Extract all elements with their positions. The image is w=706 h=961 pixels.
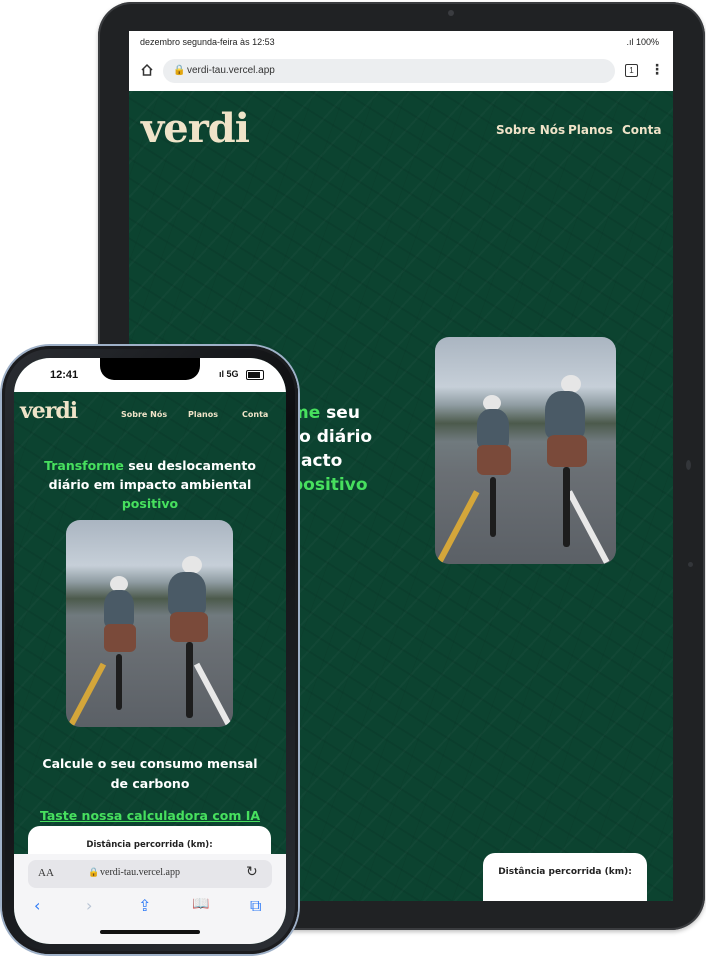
hero-fragment: acto [301,451,343,471]
hero-green-fragment: positivo [291,475,368,495]
tablet-status-bar: dezembro segunda-feira às 12:53 .ıl 100% [129,31,673,53]
kebab-menu-icon[interactable]: ⋮ [650,62,664,78]
lock-icon: 🔒 [173,65,186,76]
calculator-link[interactable]: Taste nossa calculadora com IA [34,808,266,823]
tabs-icon[interactable]: ⧉ [250,896,261,916]
signal-5g-icon: ıl 5G [219,369,239,379]
tablet-distance-card: Distância percorrida (km): [483,853,647,901]
verdi-logo[interactable]: verdi [141,105,250,152]
tablet-side-button [686,460,691,470]
nav-planos[interactable]: Planos [568,123,613,137]
distance-label: Distância percorrida (km): [498,867,632,877]
hero-fragment: to diário [291,427,373,447]
tablet-status-time: dezembro segunda-feira às 12:53 [140,37,275,47]
hero-green-fragment: Transforme [44,458,124,473]
phone-screen: 12:41 ıl 5G verdi Sobre Nós Planos Conta… [14,358,286,944]
tablet-status-battery: .ıl 100% [626,37,659,47]
bookmarks-icon[interactable]: 📖 [192,896,209,912]
calculator-title: Calcule o seu consumo mensal de carbono [42,756,258,791]
safari-url-text: verdi-tau.vercel.app [100,867,180,878]
home-icon[interactable] [140,63,154,77]
forward-icon[interactable]: › [86,896,92,915]
phone-hero-text: Transforme seu deslocamento diário em im… [34,456,266,513]
lock-icon: 🔒 [88,867,100,877]
nav-planos[interactable]: Planos [188,410,218,419]
tabs-counter-icon[interactable]: 1 [625,64,638,77]
nav-sobre-nos[interactable]: Sobre Nós [496,123,565,137]
battery-icon [246,370,264,380]
reload-icon[interactable]: ↻ [246,864,258,881]
tablet-url-text: verdi-tau.vercel.app [187,65,275,76]
tablet-browser-toolbar: 🔒 verdi-tau.vercel.app 1 ⋮ [129,53,673,92]
phone-status-time: 12:41 [50,369,79,381]
back-icon[interactable]: ‹ [34,896,40,915]
distance-label: Distância percorrida (km): [86,840,213,850]
share-icon[interactable]: ⇪ [138,896,151,915]
home-indicator [100,930,200,934]
hero-fragment: seu [320,403,360,423]
reader-aa-button[interactable]: AA [38,867,54,879]
verdi-logo[interactable]: verdi [20,398,78,424]
phone-notch [100,358,200,380]
safari-address-bar[interactable]: AA 🔒 verdi-tau.vercel.app ↻ [28,860,272,888]
cyclists-photo [435,337,616,564]
safari-toolbar: AA 🔒 verdi-tau.vercel.app ↻ ‹ › ⇪ 📖 ⧉ [14,854,286,944]
tablet-camera [448,10,454,16]
hero-green-fragment: positivo [121,496,179,511]
cyclists-photo [66,520,233,727]
tablet-address-bar[interactable]: 🔒 verdi-tau.vercel.app [163,59,615,83]
nav-conta[interactable]: Conta [622,123,661,137]
tablet-sensor [688,562,693,567]
nav-sobre-nos[interactable]: Sobre Nós [121,410,167,419]
nav-conta[interactable]: Conta [242,410,268,419]
phone-status-bar: 12:41 ıl 5G [14,358,286,392]
